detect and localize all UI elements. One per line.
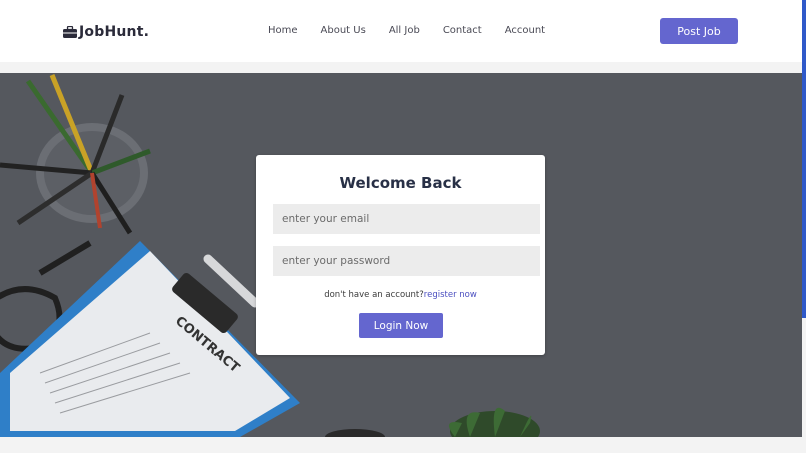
email-input[interactable] [273,204,540,234]
scrollbar-accent [802,0,806,318]
login-card: Welcome Back don't have an account?regis… [256,155,545,355]
logo-text: JobHunt. [79,24,150,40]
site-logo[interactable]: JobHunt. [63,22,149,42]
briefcase-icon [63,26,77,38]
register-link[interactable]: register now [424,290,477,300]
register-prompt: don't have an account? [324,290,424,300]
nav-home[interactable]: Home [268,25,298,36]
register-prompt-line: don't have an account?register now [256,290,545,300]
post-job-button[interactable]: Post Job [660,18,738,44]
nav-contact[interactable]: Contact [443,25,482,36]
nav-about-us[interactable]: About Us [321,25,366,36]
nav-account[interactable]: Account [505,25,545,36]
nav-all-job[interactable]: All Job [389,25,420,36]
login-title: Welcome Back [339,174,462,192]
main-nav: Home About Us All Job Contact Account [268,25,545,36]
password-input[interactable] [273,246,540,276]
login-button[interactable]: Login Now [359,313,443,338]
site-header: JobHunt. Home About Us All Job Contact A… [0,0,802,62]
